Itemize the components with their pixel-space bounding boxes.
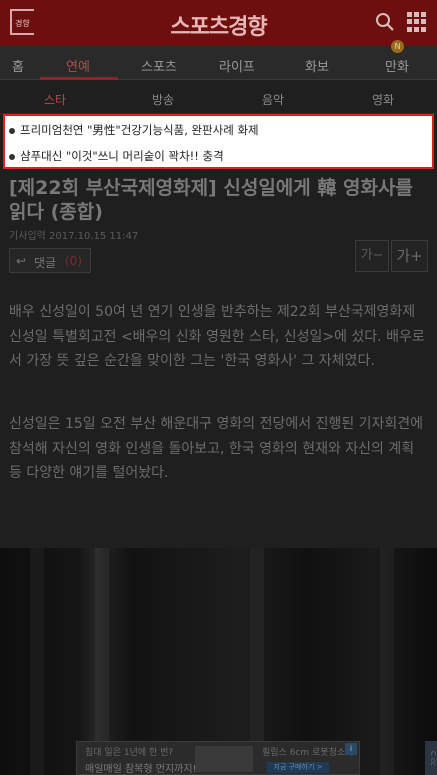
- sponsored-link[interactable]: 샴푸대신 "이것"쓰니 머리숱이 꽉차!! 충격: [9, 148, 224, 164]
- comment-button[interactable]: ↩ 댓글 (0): [9, 248, 91, 273]
- brand-title[interactable]: 스포츠경향: [0, 9, 437, 41]
- comment-count: (0): [65, 254, 82, 268]
- nav-life[interactable]: 라이프: [219, 56, 255, 75]
- nav-pictorial[interactable]: 화보: [305, 56, 329, 75]
- font-increase-button[interactable]: 가+: [391, 240, 428, 272]
- sponsored-link-text: 프리미엄천연 "男性"건강기능식품, 완판사례 화제: [20, 123, 259, 137]
- ad-cta-button[interactable]: 지금 구매하기 >: [267, 762, 329, 773]
- comment-label: 댓글: [34, 256, 57, 270]
- bullet-icon: [9, 127, 15, 134]
- ad-side-tag: C cc: [425, 741, 437, 775]
- article-date: 기사입력 2017.10.15 11:47: [9, 231, 139, 242]
- nav-home[interactable]: 홈: [12, 56, 24, 75]
- sponsored-link-text: 샴푸대신 "이것"쓰니 머리숱이 꽉차!! 충격: [20, 149, 224, 163]
- sponsored-link[interactable]: 프리미엄천연 "男性"건강기능식품, 완판사례 화제: [9, 122, 259, 138]
- nav-entertainment[interactable]: 연예: [66, 56, 90, 75]
- ad-text-line2: 매일매일 참복형 먼지까지!: [85, 764, 197, 775]
- ad-text-line1: 침대 일은 1년에 한 번?: [85, 748, 174, 758]
- reply-arrow-icon: ↩: [16, 254, 27, 268]
- ad-info-icon[interactable]: i: [345, 743, 357, 755]
- active-tab-underline: [40, 77, 118, 80]
- subnav-music[interactable]: 음악: [262, 91, 284, 108]
- article-title: [제22회 부산국제영화제] 신성일에게 韓 영화사를 읽다 (종합): [9, 177, 413, 223]
- bullet-icon: [9, 153, 15, 160]
- nav-comics[interactable]: 만화: [385, 56, 409, 75]
- menu-grid-icon[interactable]: [407, 12, 427, 32]
- subnav-star[interactable]: 스타: [44, 91, 66, 108]
- subnav-broadcast[interactable]: 방송: [152, 91, 174, 108]
- top-header: 경향 스포츠경향: [0, 0, 437, 46]
- font-decrease-button[interactable]: 가−: [355, 240, 389, 272]
- main-nav: 홈 연예 스포츠 라이프 화보 만화: [0, 46, 437, 80]
- ad-banner[interactable]: 침대 일은 1년에 한 번? 매일매일 참복형 먼지까지! 필립스 6cm 로봇…: [76, 741, 360, 775]
- sub-nav: 스타 방송 음악 영화: [0, 82, 437, 114]
- sponsored-links: 프리미엄천연 "男性"건강기능식품, 완판사례 화제 샴푸대신 "이것"쓰니 머…: [3, 114, 434, 169]
- ad-product-image: [195, 746, 253, 772]
- ad-product-name: 필립스 6cm 로봇청소기: [262, 748, 354, 758]
- search-icon[interactable]: [375, 12, 395, 32]
- article-paragraph: 배우 신성일이 50여 년 연기 인생을 반추하는 제22회 부산국제영화제 신…: [9, 304, 425, 369]
- new-badge: N: [391, 40, 404, 53]
- nav-sports[interactable]: 스포츠: [141, 56, 177, 75]
- subnav-movie[interactable]: 영화: [372, 91, 394, 108]
- article-paragraph: 신성일은 15일 오전 부산 해운대구 영화의 전당에서 진행된 기자회견에 참…: [9, 416, 424, 481]
